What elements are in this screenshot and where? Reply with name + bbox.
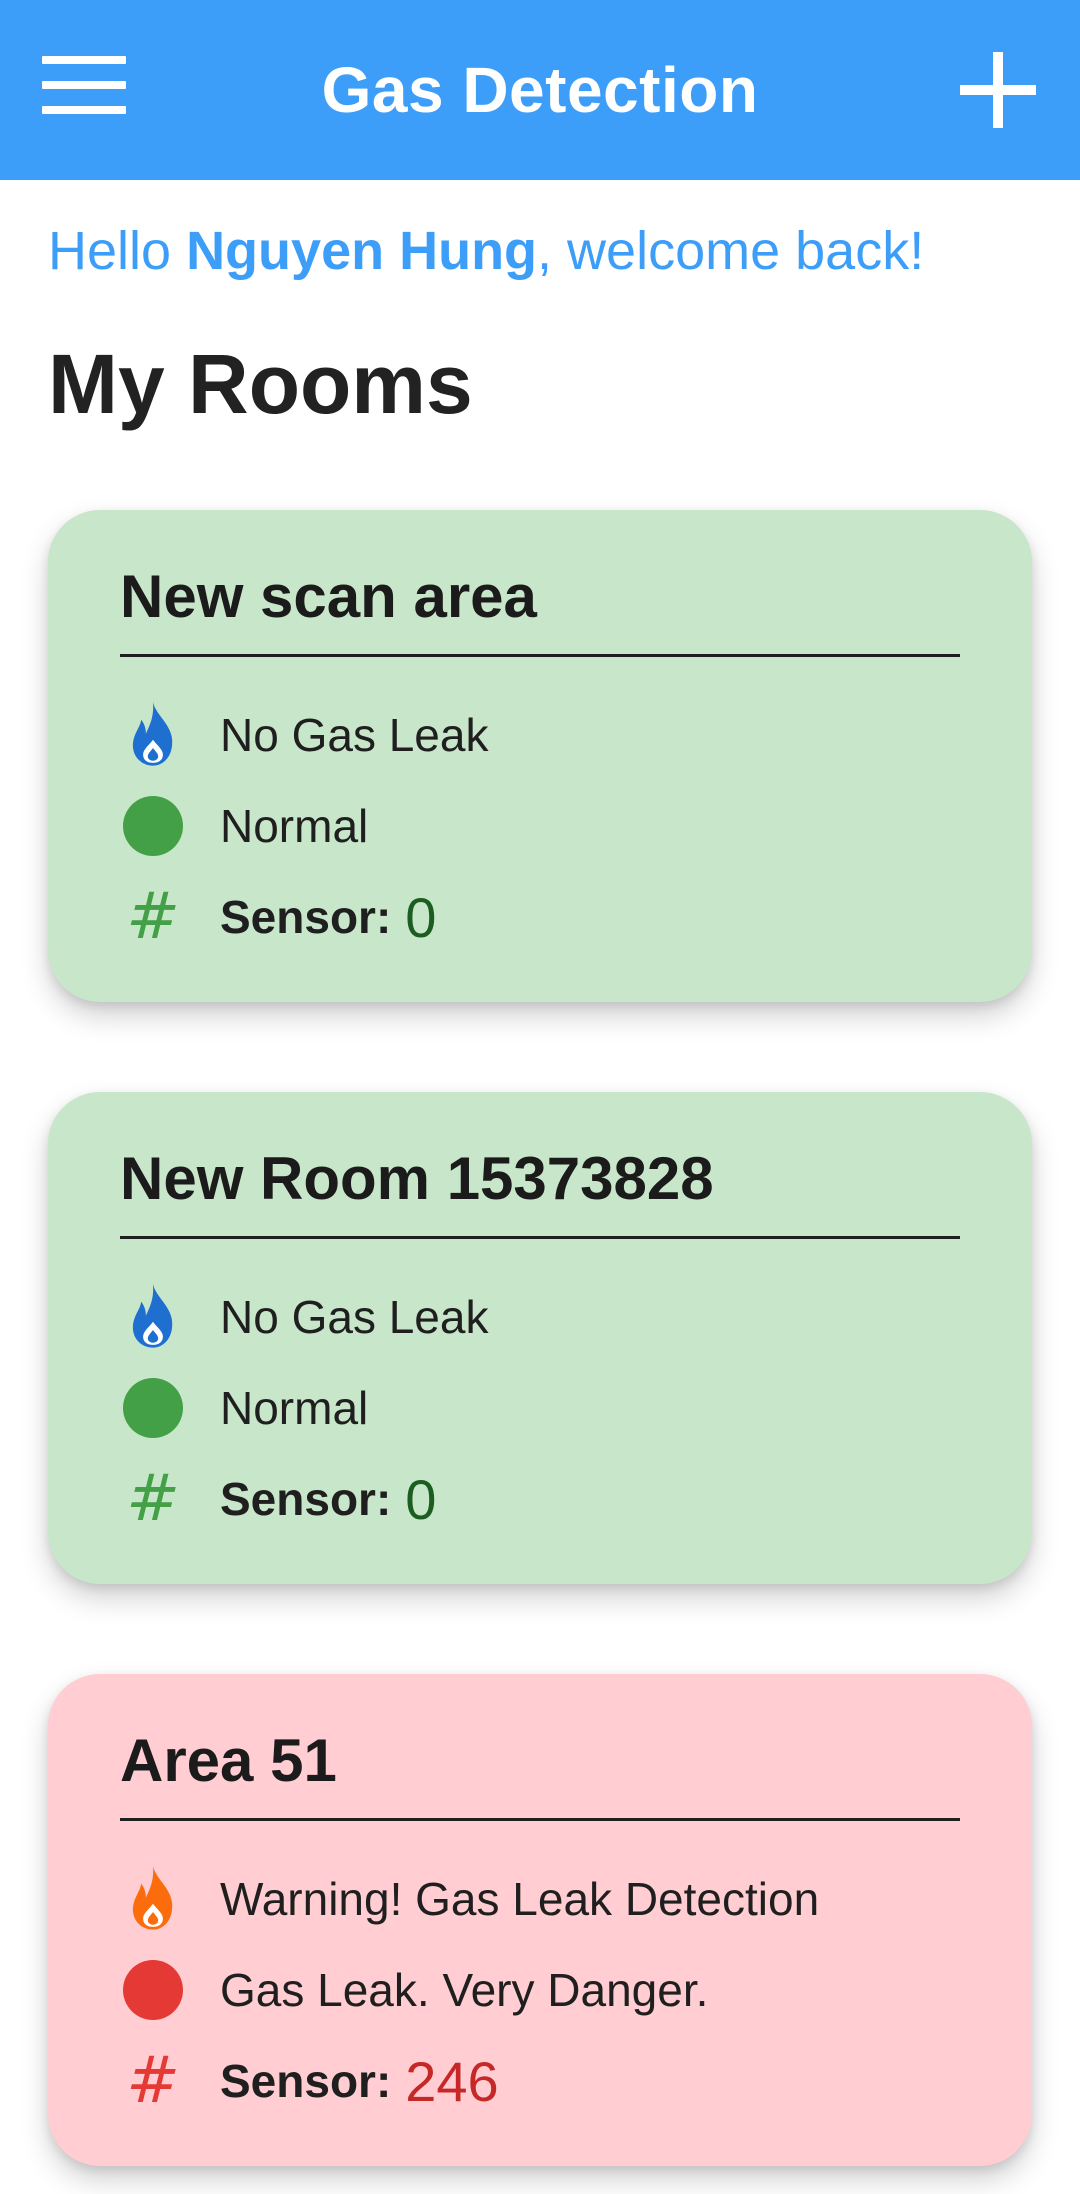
greeting-suffix: , welcome back! — [537, 221, 925, 281]
room-name: New Room 15373828 — [120, 1145, 714, 1212]
divider — [120, 1236, 960, 1239]
hash-icon: # — [126, 880, 180, 954]
divider — [120, 1818, 960, 1821]
level-status-text: Normal — [220, 800, 369, 852]
greeting-prefix: Hello — [48, 221, 187, 281]
sensor-value: 0 — [405, 1467, 437, 1531]
user-name: Nguyen Hung — [186, 221, 538, 281]
sensor-value: 246 — [405, 2049, 499, 2113]
sensor-label: Sensor: — [220, 891, 392, 943]
sensor-row: # Sensor: 0 — [120, 1464, 436, 1534]
room-card[interactable]: New scan area No Gas Leak Normal # Senso… — [48, 510, 1032, 1002]
gas-status-row: No Gas Leak — [120, 1282, 488, 1352]
status-dot-icon — [120, 1375, 186, 1441]
gas-status-text: No Gas Leak — [220, 709, 489, 761]
sensor-row: # Sensor: 0 — [120, 882, 436, 952]
sensor-value: 0 — [405, 885, 437, 949]
flame-icon — [120, 702, 186, 768]
level-status-row: Gas Leak. Very Danger. — [120, 1955, 708, 2025]
flame-icon — [120, 1284, 186, 1350]
gas-status-row: Warning! Gas Leak Detection — [120, 1864, 819, 1934]
level-status-row: Normal — [120, 1373, 368, 1443]
gas-status-row: No Gas Leak — [120, 700, 488, 770]
gas-status-text: Warning! Gas Leak Detection — [220, 1873, 820, 1925]
app-title: Gas Detection — [321, 54, 759, 126]
sensor-label: Sensor: — [220, 2055, 392, 2107]
sensor-label: Sensor: — [220, 1473, 392, 1525]
room-name: New scan area — [120, 563, 537, 630]
menu-icon[interactable] — [42, 56, 126, 114]
app-bar: Gas Detection — [0, 0, 1080, 180]
room-card[interactable]: Area 51 Warning! Gas Leak Detection Gas … — [48, 1674, 1032, 2166]
hash-icon: # — [126, 1462, 180, 1536]
level-status-text: Normal — [220, 1382, 369, 1434]
flame-icon — [120, 1866, 186, 1932]
room-card[interactable]: New Room 15373828 No Gas Leak Normal # S… — [48, 1092, 1032, 1584]
gas-status-text: No Gas Leak — [220, 1291, 489, 1343]
room-name: Area 51 — [120, 1727, 337, 1794]
add-room-icon[interactable] — [960, 52, 1036, 128]
status-dot-icon — [120, 1957, 186, 2023]
sensor-row: # Sensor: 246 — [120, 2046, 499, 2116]
hash-icon: # — [126, 2044, 180, 2118]
level-status-text: Gas Leak. Very Danger. — [220, 1964, 709, 2016]
divider — [120, 654, 960, 657]
welcome-message: Hello Nguyen Hung, welcome back! — [48, 220, 924, 282]
level-status-row: Normal — [120, 791, 368, 861]
section-title: My Rooms — [48, 337, 473, 431]
status-dot-icon — [120, 793, 186, 859]
